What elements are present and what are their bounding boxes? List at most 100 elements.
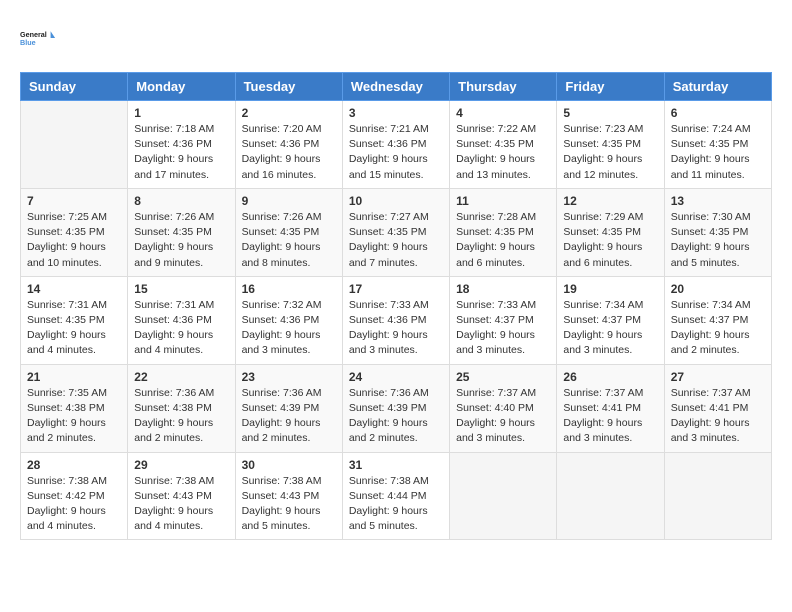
day-number: 31 — [349, 458, 443, 472]
calendar-table: SundayMondayTuesdayWednesdayThursdayFrid… — [20, 72, 772, 540]
day-number: 6 — [671, 106, 765, 120]
cell-content: Sunrise: 7:25 AMSunset: 4:35 PMDaylight:… — [27, 210, 121, 271]
calendar-cell: 10 Sunrise: 7:27 AMSunset: 4:35 PMDayligh… — [342, 188, 449, 276]
calendar-cell: 22 Sunrise: 7:36 AMSunset: 4:38 PMDayligh… — [128, 364, 235, 452]
calendar-cell: 16 Sunrise: 7:32 AMSunset: 4:36 PMDayligh… — [235, 276, 342, 364]
calendar-cell: 11 Sunrise: 7:28 AMSunset: 4:35 PMDayligh… — [450, 188, 557, 276]
calendar-cell — [664, 452, 771, 540]
col-header-friday: Friday — [557, 73, 664, 101]
calendar-cell: 7 Sunrise: 7:25 AMSunset: 4:35 PMDaylight… — [21, 188, 128, 276]
cell-content: Sunrise: 7:33 AMSunset: 4:37 PMDaylight:… — [456, 298, 550, 359]
logo-icon: GeneralBlue — [20, 20, 56, 56]
calendar-cell: 5 Sunrise: 7:23 AMSunset: 4:35 PMDaylight… — [557, 101, 664, 189]
calendar-cell — [557, 452, 664, 540]
cell-content: Sunrise: 7:36 AMSunset: 4:38 PMDaylight:… — [134, 386, 228, 447]
cell-content: Sunrise: 7:24 AMSunset: 4:35 PMDaylight:… — [671, 122, 765, 183]
cell-content: Sunrise: 7:28 AMSunset: 4:35 PMDaylight:… — [456, 210, 550, 271]
day-number: 9 — [242, 194, 336, 208]
calendar-cell: 27 Sunrise: 7:37 AMSunset: 4:41 PMDayligh… — [664, 364, 771, 452]
day-number: 7 — [27, 194, 121, 208]
day-number: 15 — [134, 282, 228, 296]
page-header: GeneralBlue — [20, 20, 772, 56]
day-number: 18 — [456, 282, 550, 296]
week-row-3: 14 Sunrise: 7:31 AMSunset: 4:35 PMDayligh… — [21, 276, 772, 364]
day-number: 16 — [242, 282, 336, 296]
day-number: 22 — [134, 370, 228, 384]
week-row-4: 21 Sunrise: 7:35 AMSunset: 4:38 PMDayligh… — [21, 364, 772, 452]
cell-content: Sunrise: 7:36 AMSunset: 4:39 PMDaylight:… — [242, 386, 336, 447]
calendar-cell: 20Sunrise: 7:34 AMSunset: 4:37 PMDayligh… — [664, 276, 771, 364]
calendar-cell: 12Sunrise: 7:29 AMSunset: 4:35 PMDayligh… — [557, 188, 664, 276]
calendar-cell: 24 Sunrise: 7:36 AMSunset: 4:39 PMDayligh… — [342, 364, 449, 452]
day-number: 21 — [27, 370, 121, 384]
day-number: 23 — [242, 370, 336, 384]
day-number: 27 — [671, 370, 765, 384]
calendar-cell: 26Sunrise: 7:37 AMSunset: 4:41 PMDayligh… — [557, 364, 664, 452]
day-number: 8 — [134, 194, 228, 208]
cell-content: Sunrise: 7:29 AMSunset: 4:35 PMDaylight:… — [563, 210, 657, 271]
calendar-cell: 29 Sunrise: 7:38 AMSunset: 4:43 PMDayligh… — [128, 452, 235, 540]
cell-content: Sunrise: 7:34 AMSunset: 4:37 PMDaylight:… — [563, 298, 657, 359]
cell-content: Sunrise: 7:31 AMSunset: 4:35 PMDaylight:… — [27, 298, 121, 359]
cell-content: Sunrise: 7:20 AMSunset: 4:36 PMDaylight:… — [242, 122, 336, 183]
day-number: 24 — [349, 370, 443, 384]
calendar-cell: 31 Sunrise: 7:38 AMSunset: 4:44 PMDayligh… — [342, 452, 449, 540]
svg-text:Blue: Blue — [20, 38, 36, 47]
cell-content: Sunrise: 7:31 AMSunset: 4:36 PMDaylight:… — [134, 298, 228, 359]
cell-content: Sunrise: 7:30 AMSunset: 4:35 PMDaylight:… — [671, 210, 765, 271]
calendar-header-row: SundayMondayTuesdayWednesdayThursdayFrid… — [21, 73, 772, 101]
col-header-sunday: Sunday — [21, 73, 128, 101]
week-row-5: 28Sunrise: 7:38 AMSunset: 4:42 PMDayligh… — [21, 452, 772, 540]
cell-content: Sunrise: 7:26 AMSunset: 4:35 PMDaylight:… — [134, 210, 228, 271]
col-header-wednesday: Wednesday — [342, 73, 449, 101]
day-number: 3 — [349, 106, 443, 120]
calendar-cell: 28Sunrise: 7:38 AMSunset: 4:42 PMDayligh… — [21, 452, 128, 540]
day-number: 28 — [27, 458, 121, 472]
cell-content: Sunrise: 7:36 AMSunset: 4:39 PMDaylight:… — [349, 386, 443, 447]
day-number: 11 — [456, 194, 550, 208]
calendar-cell — [21, 101, 128, 189]
cell-content: Sunrise: 7:38 AMSunset: 4:43 PMDaylight:… — [134, 474, 228, 535]
cell-content: Sunrise: 7:38 AMSunset: 4:44 PMDaylight:… — [349, 474, 443, 535]
day-number: 2 — [242, 106, 336, 120]
cell-content: Sunrise: 7:23 AMSunset: 4:35 PMDaylight:… — [563, 122, 657, 183]
calendar-cell: 25 Sunrise: 7:37 AMSunset: 4:40 PMDayligh… — [450, 364, 557, 452]
cell-content: Sunrise: 7:37 AMSunset: 4:40 PMDaylight:… — [456, 386, 550, 447]
calendar-cell — [450, 452, 557, 540]
svg-text:General: General — [20, 30, 47, 39]
col-header-saturday: Saturday — [664, 73, 771, 101]
calendar-cell: 23 Sunrise: 7:36 AMSunset: 4:39 PMDayligh… — [235, 364, 342, 452]
day-number: 13 — [671, 194, 765, 208]
calendar-cell: 8 Sunrise: 7:26 AMSunset: 4:35 PMDaylight… — [128, 188, 235, 276]
calendar-cell: 1Sunrise: 7:18 AMSunset: 4:36 PMDaylight… — [128, 101, 235, 189]
cell-content: Sunrise: 7:32 AMSunset: 4:36 PMDaylight:… — [242, 298, 336, 359]
cell-content: Sunrise: 7:33 AMSunset: 4:36 PMDaylight:… — [349, 298, 443, 359]
cell-content: Sunrise: 7:37 AMSunset: 4:41 PMDaylight:… — [671, 386, 765, 447]
cell-content: Sunrise: 7:27 AMSunset: 4:35 PMDaylight:… — [349, 210, 443, 271]
cell-content: Sunrise: 7:35 AMSunset: 4:38 PMDaylight:… — [27, 386, 121, 447]
calendar-cell: 2 Sunrise: 7:20 AMSunset: 4:36 PMDaylight… — [235, 101, 342, 189]
cell-content: Sunrise: 7:21 AMSunset: 4:36 PMDaylight:… — [349, 122, 443, 183]
day-number: 14 — [27, 282, 121, 296]
calendar-cell: 3 Sunrise: 7:21 AMSunset: 4:36 PMDaylight… — [342, 101, 449, 189]
cell-content: Sunrise: 7:26 AMSunset: 4:35 PMDaylight:… — [242, 210, 336, 271]
day-number: 10 — [349, 194, 443, 208]
day-number: 5 — [563, 106, 657, 120]
calendar-cell: 15 Sunrise: 7:31 AMSunset: 4:36 PMDayligh… — [128, 276, 235, 364]
day-number: 30 — [242, 458, 336, 472]
calendar-cell: 17Sunrise: 7:33 AMSunset: 4:36 PMDayligh… — [342, 276, 449, 364]
week-row-2: 7 Sunrise: 7:25 AMSunset: 4:35 PMDaylight… — [21, 188, 772, 276]
calendar-cell: 4Sunrise: 7:22 AMSunset: 4:35 PMDaylight… — [450, 101, 557, 189]
calendar-cell: 14 Sunrise: 7:31 AMSunset: 4:35 PMDayligh… — [21, 276, 128, 364]
cell-content: Sunrise: 7:34 AMSunset: 4:37 PMDaylight:… — [671, 298, 765, 359]
calendar-cell: 18 Sunrise: 7:33 AMSunset: 4:37 PMDayligh… — [450, 276, 557, 364]
col-header-monday: Monday — [128, 73, 235, 101]
day-number: 26 — [563, 370, 657, 384]
day-number: 1 — [134, 106, 228, 120]
calendar-cell: 9 Sunrise: 7:26 AMSunset: 4:35 PMDaylight… — [235, 188, 342, 276]
calendar-cell: 21 Sunrise: 7:35 AMSunset: 4:38 PMDayligh… — [21, 364, 128, 452]
day-number: 29 — [134, 458, 228, 472]
calendar-cell: 13 Sunrise: 7:30 AMSunset: 4:35 PMDayligh… — [664, 188, 771, 276]
logo: GeneralBlue — [20, 20, 56, 56]
day-number: 25 — [456, 370, 550, 384]
